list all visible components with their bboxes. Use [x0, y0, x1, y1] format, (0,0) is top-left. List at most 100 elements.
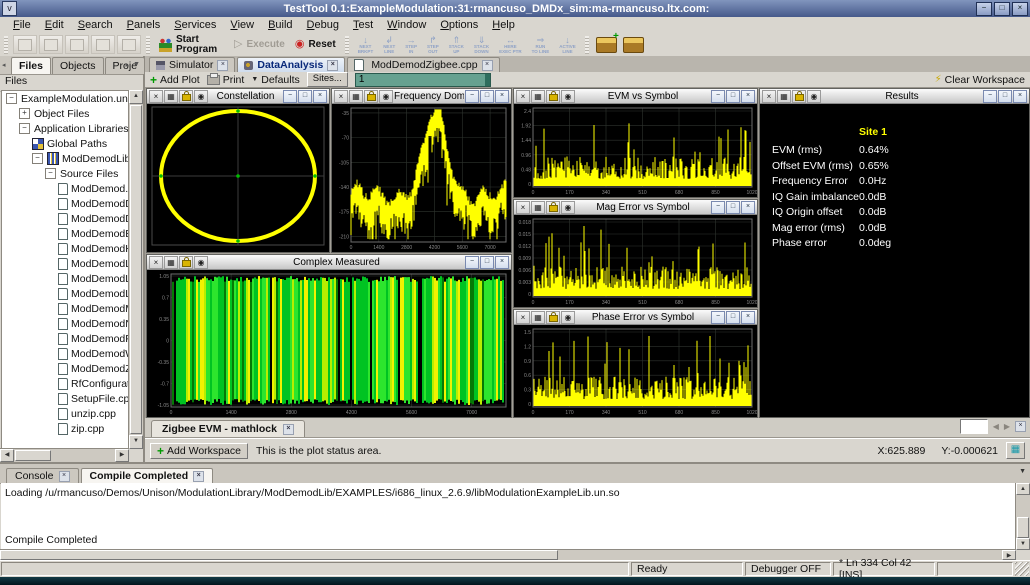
menu-view[interactable]: View: [223, 18, 261, 32]
scrollbar-track[interactable]: [52, 449, 115, 462]
panel-close-button[interactable]: ×: [313, 90, 327, 103]
debug-stack-up-button[interactable]: ⇑STACK UP: [444, 34, 469, 55]
menu-edit[interactable]: Edit: [38, 18, 71, 32]
archive-chest-add-icon[interactable]: +: [596, 37, 617, 53]
debug-step-out-button[interactable]: ↱STEP OUT: [422, 34, 444, 55]
tab-dataanalysis[interactable]: DataAnalysis×: [237, 57, 345, 72]
tree-item[interactable]: ModDemodNs: [2, 316, 128, 331]
print-button[interactable]: Print: [207, 74, 245, 86]
start-program-button[interactable]: Start Program: [154, 34, 229, 55]
window-close-button[interactable]: ×: [1012, 2, 1028, 16]
tree-item[interactable]: ModDemodDs: [2, 211, 128, 226]
tab-scroll-left-button[interactable]: ◀: [993, 422, 999, 431]
panel-body[interactable]: 1.51.20.90.60.3001703405106808501020: [514, 325, 757, 417]
tree-item[interactable]: +Object Files: [2, 106, 128, 121]
menu-window[interactable]: Window: [380, 18, 433, 32]
tree-item[interactable]: ModDemodPl: [2, 331, 128, 346]
grid-tool-icon[interactable]: ▦: [531, 201, 545, 214]
tab-close-icon[interactable]: ×: [327, 60, 338, 71]
tree-item[interactable]: Global Paths: [2, 136, 128, 151]
scroll-up-icon[interactable]: ▲: [1016, 483, 1030, 495]
panel-maximize-button[interactable]: □: [726, 311, 740, 324]
tree-item[interactable]: −Application Libraries: [2, 121, 128, 136]
tree-item[interactable]: ModDemodDo: [2, 196, 128, 211]
tree-item[interactable]: ModDemodLte: [2, 286, 128, 301]
workspace-tab-zigbee-evm[interactable]: Zigbee EVM - mathlock ×: [151, 420, 305, 437]
lock-tool-icon[interactable]: [364, 90, 378, 103]
execute-button[interactable]: ▷ Execute: [229, 34, 290, 55]
x-tool-icon[interactable]: ×: [516, 201, 530, 214]
lock-tool-icon[interactable]: [546, 201, 560, 214]
constellation-plot[interactable]: [147, 104, 329, 252]
eye-tool-icon[interactable]: ◉: [807, 90, 821, 103]
site-selector-field[interactable]: 1: [355, 73, 491, 87]
workspace-close-button[interactable]: ×: [1015, 421, 1026, 432]
menu-services[interactable]: Services: [167, 18, 223, 32]
clear-workspace-button[interactable]: ⚡ Clear Workspace: [935, 74, 1025, 86]
collapse-icon[interactable]: −: [19, 123, 30, 134]
panel-minimize-button[interactable]: −: [283, 90, 297, 103]
panel-maximize-button[interactable]: □: [998, 90, 1012, 103]
scroll-down-icon[interactable]: ▼: [129, 435, 143, 449]
scrollbar-thumb[interactable]: [1017, 517, 1029, 538]
sidebar-vertical-scrollbar[interactable]: ▲ ▼: [128, 90, 143, 449]
menu-file[interactable]: File: [6, 18, 38, 32]
window-maximize-button[interactable]: □: [994, 2, 1010, 16]
mag-plot[interactable]: 0.0180.0150.0120.0090.0060.0030017034051…: [514, 215, 757, 307]
menu-panels[interactable]: Panels: [120, 18, 168, 32]
sidebar-horizontal-scrollbar[interactable]: ◀ ▶: [0, 448, 129, 462]
defaults-button[interactable]: ▼ Defaults: [251, 74, 299, 86]
file-tool-icon-1[interactable]: [13, 35, 37, 54]
scrollbar-thumb[interactable]: [0, 550, 558, 560]
grid-tool-icon[interactable]: ▦: [777, 90, 791, 103]
tree-item[interactable]: ModDemodLib: [2, 256, 128, 271]
panel-body[interactable]: -35-70-105-140-175-210014002800420056007…: [332, 104, 511, 252]
panel-maximize-button[interactable]: □: [298, 90, 312, 103]
file-tool-icon-5[interactable]: [117, 35, 141, 54]
panel-close-button[interactable]: ×: [495, 90, 509, 103]
tree-item[interactable]: −ModDemodLib: [2, 151, 128, 166]
add-workspace-button[interactable]: + Add Workspace: [150, 443, 248, 459]
debug-step-in-button[interactable]: →STEP IN: [400, 34, 422, 55]
debug-next-line-button[interactable]: ↲NEXT LINE: [378, 34, 400, 55]
frequency-plot[interactable]: -35-70-105-140-175-210014002800420056007…: [332, 104, 511, 252]
console-menu-button[interactable]: ▼: [1019, 468, 1026, 475]
sidebar-tabs-menu-button[interactable]: ▼: [133, 61, 140, 68]
scroll-up-icon[interactable]: ▲: [129, 90, 143, 104]
tree-item[interactable]: SetupFile.cpp: [2, 391, 128, 406]
window-minimize-button[interactable]: −: [976, 2, 992, 16]
scrollbar-thumb[interactable]: [15, 450, 51, 461]
menu-build[interactable]: Build: [261, 18, 299, 32]
tree-item[interactable]: ModDemodHa: [2, 241, 128, 256]
tree-item[interactable]: −Source Files: [2, 166, 128, 181]
lock-tool-icon[interactable]: [546, 311, 560, 324]
x-tool-icon[interactable]: ×: [762, 90, 776, 103]
add-plot-button[interactable]: + Add Plot: [150, 74, 200, 86]
panel-body[interactable]: 0.0180.0150.0120.0090.0060.0030017034051…: [514, 215, 757, 307]
scroll-down-icon[interactable]: ▼: [1016, 538, 1030, 550]
workspace-tab-close-icon[interactable]: ×: [283, 424, 294, 435]
tab-close-icon[interactable]: ×: [59, 471, 70, 482]
complex-plot[interactable]: 1.050.70.350-0.35-0.7-1.0501400280042005…: [147, 270, 511, 417]
tab-moddemodzigbee-cpp[interactable]: ModDemodZigbee.cpp×: [347, 57, 499, 72]
x-tool-icon[interactable]: ×: [334, 90, 348, 103]
tree-item[interactable]: ModDemodMa: [2, 301, 128, 316]
tree-item[interactable]: zip.cpp: [2, 421, 128, 436]
file-tool-icon-4[interactable]: [91, 35, 115, 54]
panel-body[interactable]: 2.41.921.440.960.48001703405106808501020: [514, 104, 757, 197]
panel-maximize-button[interactable]: □: [726, 90, 740, 103]
eye-tool-icon[interactable]: ◉: [561, 201, 575, 214]
eye-tool-icon[interactable]: ◉: [561, 311, 575, 324]
collapse-icon[interactable]: −: [32, 153, 43, 164]
console-tab-console[interactable]: Console×: [6, 468, 79, 483]
tree-item[interactable]: ModDemodLo: [2, 271, 128, 286]
panel-minimize-button[interactable]: −: [711, 90, 725, 103]
debug-run-to-line-button[interactable]: ⇒RUN TO LINE: [527, 34, 555, 55]
debug-next-brkpt-button[interactable]: ↓NEXT BRKPT: [353, 34, 379, 55]
panel-body[interactable]: [147, 104, 329, 252]
menu-help[interactable]: Help: [485, 18, 522, 32]
x-tool-icon[interactable]: ×: [516, 90, 530, 103]
eye-tool-icon[interactable]: ◉: [194, 90, 208, 103]
menu-options[interactable]: Options: [433, 18, 485, 32]
scroll-left-icon[interactable]: ◀: [0, 449, 14, 462]
